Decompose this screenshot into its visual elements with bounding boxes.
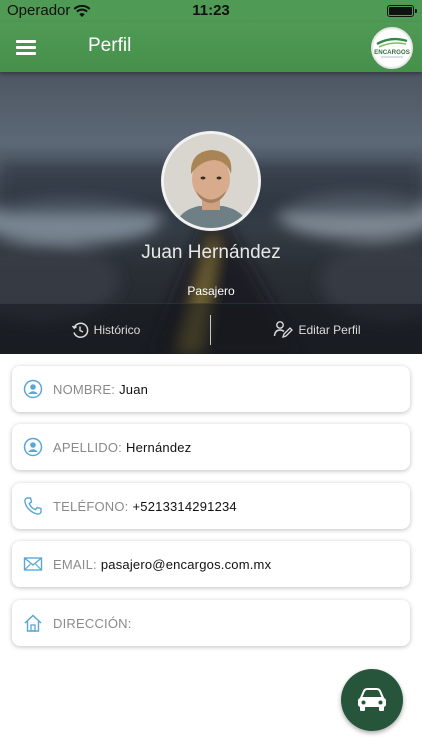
app-screen: Operador 11:23 Perfil ENCARGOS Juan Hern… xyxy=(0,0,422,750)
car-icon xyxy=(358,688,386,711)
email-field-value: pasajero@encargos.com.mx xyxy=(100,556,272,572)
user-badge-icon xyxy=(23,379,43,399)
user-badge-icon xyxy=(23,437,43,457)
action-divider xyxy=(210,315,211,345)
hamburger-menu-button[interactable] xyxy=(14,36,40,58)
menu-line xyxy=(16,40,36,43)
history-clock-icon xyxy=(71,322,89,338)
name-field-value: Juan xyxy=(119,381,149,397)
edit-user-icon xyxy=(274,320,294,338)
nav-bar: Perfil ENCARGOS xyxy=(0,22,422,72)
menu-line xyxy=(16,46,36,49)
logo-mark-icon: ENCARGOS xyxy=(374,37,410,58)
email-field-card[interactable]: EMAIL: pasajero@encargos.com.mx xyxy=(12,541,410,587)
page-title: Perfil xyxy=(88,35,132,56)
edit-profile-label: Editar Perfil xyxy=(298,322,361,337)
email-field-label: EMAIL: xyxy=(53,556,97,572)
home-icon xyxy=(24,614,42,632)
status-bar: Operador 11:23 xyxy=(0,0,422,22)
phone-field-value: +5213314291234 xyxy=(132,498,237,514)
request-ride-fab[interactable] xyxy=(341,669,403,731)
history-label: Histórico xyxy=(93,322,141,337)
menu-line xyxy=(16,52,36,55)
lastname-field-value: Hernández xyxy=(126,439,192,455)
phone-field-label: TELÉFONO: xyxy=(53,498,129,514)
profile-header: Juan Hernández Pasajero Histórico Editar… xyxy=(0,72,422,354)
address-field-card[interactable]: DIRECCIÓN: xyxy=(12,600,410,646)
logo-text: ENCARGOS xyxy=(374,49,410,56)
name-field-label: NOMBRE: xyxy=(53,381,116,397)
phone-field-card[interactable]: TELÉFONO: +5213314291234 xyxy=(12,483,410,529)
battery-icon xyxy=(387,5,417,17)
app-logo: ENCARGOS xyxy=(371,27,413,69)
profile-avatar[interactable] xyxy=(161,131,261,231)
profile-role: Pasajero xyxy=(187,284,235,298)
address-field-label: DIRECCIÓN: xyxy=(53,615,132,631)
clock: 11:23 xyxy=(192,2,230,19)
envelope-icon xyxy=(23,557,43,571)
lastname-field-label: APELLIDO: xyxy=(53,439,122,455)
profile-name: Juan Hernández xyxy=(141,242,281,263)
name-field-card[interactable]: NOMBRE: Juan xyxy=(12,366,410,412)
lastname-field-card[interactable]: APELLIDO: Hernández xyxy=(12,424,410,470)
edit-profile-button[interactable]: Editar Perfil xyxy=(212,304,422,354)
phone-icon xyxy=(24,497,42,515)
history-button[interactable]: Histórico xyxy=(0,304,211,354)
avatar-portrait-icon xyxy=(164,134,258,228)
profile-action-bar: Histórico Editar Perfil xyxy=(0,303,422,354)
